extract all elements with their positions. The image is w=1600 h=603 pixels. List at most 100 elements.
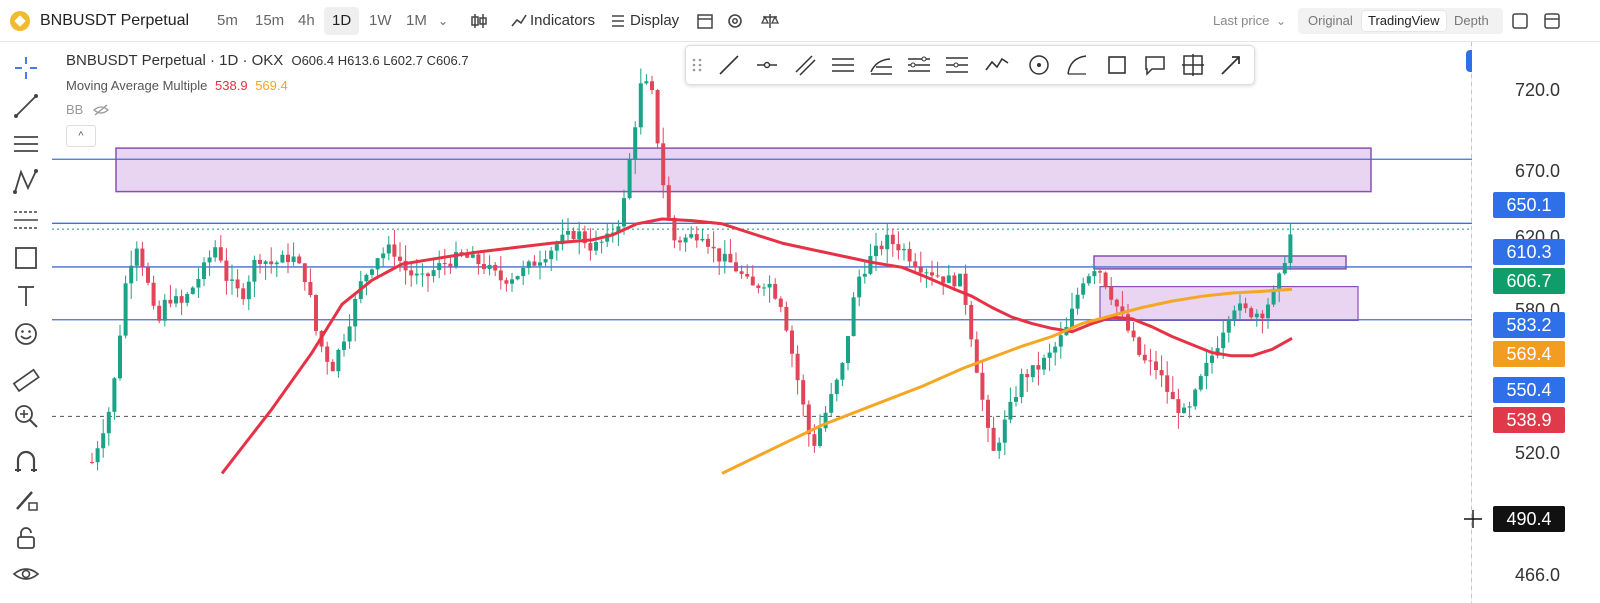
candle-body [342, 341, 346, 350]
candle-type-icon[interactable] [470, 12, 488, 30]
rectangle-draw-icon[interactable] [1104, 52, 1130, 78]
candle-body [213, 247, 218, 258]
price-label-610: 610.3 [1493, 239, 1565, 265]
candle-body [1159, 370, 1164, 376]
line-icon[interactable] [716, 52, 742, 78]
zone-lower [1099, 285, 1359, 321]
candle-body [918, 267, 923, 273]
candle-body [280, 254, 285, 263]
crosshair-box-icon[interactable] [1180, 52, 1206, 78]
candle-body [991, 427, 996, 451]
fib-extension-icon[interactable] [906, 52, 932, 78]
drag-handle-icon[interactable] [690, 52, 704, 78]
candle-body [1238, 303, 1242, 311]
candle-body [571, 230, 576, 240]
candle-body [420, 273, 425, 275]
candle-body [1098, 271, 1102, 273]
view-original[interactable]: Original [1302, 11, 1359, 31]
candle-body [487, 264, 492, 270]
view-depth[interactable]: Depth [1448, 11, 1495, 31]
symbol-title[interactable]: BNBUSDT Perpetual [40, 0, 189, 42]
price-source-select[interactable]: Last price [1213, 0, 1269, 42]
timeframe-15m[interactable]: 15m [255, 0, 284, 42]
zoom-icon[interactable] [10, 400, 42, 432]
candle-body [801, 380, 806, 405]
view-tradingview[interactable]: TradingView [1362, 11, 1446, 31]
axis-tick: 520.0 [1514, 443, 1560, 463]
arc-icon[interactable] [1064, 52, 1090, 78]
horizontal-lines-icon[interactable] [10, 128, 42, 160]
candle-body [291, 256, 296, 263]
arrow-icon[interactable] [1218, 52, 1244, 78]
candle-body [414, 273, 419, 276]
candle-body [762, 287, 766, 289]
chevron-down-icon[interactable]: ⌄ [1276, 0, 1286, 42]
candle-body [95, 448, 100, 463]
eye-icon[interactable] [10, 558, 42, 590]
candle-body [622, 198, 626, 227]
fib-retracement-icon[interactable] [868, 52, 894, 78]
candle-body [398, 256, 402, 261]
timeframe-1m[interactable]: 1M [406, 0, 427, 42]
text-icon[interactable] [10, 280, 42, 312]
candle-body [241, 288, 246, 300]
candle-body [818, 428, 822, 446]
candle-body [986, 399, 990, 428]
candle-body [504, 280, 509, 284]
candle-body [1109, 286, 1114, 300]
fullscreen-icon[interactable] [1543, 12, 1561, 30]
gear-icon[interactable] [725, 11, 745, 31]
candle-body [1193, 389, 1198, 407]
circle-icon[interactable] [1026, 52, 1052, 78]
trendline-icon[interactable] [10, 90, 42, 122]
candle-body [510, 279, 514, 284]
candle-body [952, 275, 957, 287]
pencil-lock-icon[interactable] [10, 484, 42, 516]
channel-icon[interactable] [830, 52, 856, 78]
timeframe-4h[interactable]: 4h [298, 0, 315, 42]
candle-body [263, 261, 268, 264]
callout-icon[interactable] [1142, 52, 1168, 78]
layout-icon[interactable] [1511, 12, 1529, 30]
magnet-icon[interactable] [10, 446, 42, 478]
candle-body [745, 273, 750, 277]
candle-body [1266, 304, 1270, 319]
candle-body [179, 296, 184, 303]
price-chart[interactable] [52, 42, 1472, 603]
candle-body [879, 245, 884, 250]
pattern-icon[interactable] [10, 166, 42, 198]
lock-icon[interactable] [10, 522, 42, 554]
horizontal-ray-icon[interactable] [754, 52, 780, 78]
parallel-icon[interactable] [792, 52, 818, 78]
display-button[interactable]: Display [630, 0, 679, 42]
crosshair-icon[interactable] [10, 52, 42, 84]
candle-body [370, 269, 374, 275]
emoji-icon[interactable] [10, 318, 42, 350]
timeframe-1w[interactable]: 1W [369, 0, 392, 42]
timeframe-1d[interactable]: 1D [324, 7, 360, 35]
ruler-icon[interactable] [10, 364, 42, 396]
eye-off-icon[interactable] [93, 104, 109, 116]
candle-body [778, 298, 783, 307]
candle-body [846, 336, 850, 364]
rectangle-icon[interactable] [10, 242, 42, 274]
candle-body [493, 264, 498, 271]
chevron-down-icon[interactable]: ⌄ [438, 0, 448, 42]
candle-body [112, 378, 117, 412]
candle-body [1182, 407, 1186, 413]
scale-icon[interactable] [760, 11, 780, 31]
collapse-legend-button[interactable]: ^ [66, 125, 96, 147]
levels-icon[interactable] [944, 52, 970, 78]
calendar-edit-icon[interactable] [696, 12, 714, 30]
candle-body [1210, 355, 1214, 363]
polyline-icon[interactable] [984, 52, 1010, 78]
candle-body [874, 245, 878, 256]
candle-body [1260, 313, 1265, 319]
fib-icon[interactable] [10, 204, 42, 236]
candle-body [1025, 373, 1030, 378]
legend-ohlc: O606.4 H613.6 L602.7 C606.7 [291, 53, 469, 68]
timeframe-5m[interactable]: 5m [217, 0, 238, 42]
axis-tick: 720.0 [1514, 80, 1560, 100]
indicators-button[interactable]: Indicators [530, 0, 595, 42]
candle-body [913, 261, 918, 268]
